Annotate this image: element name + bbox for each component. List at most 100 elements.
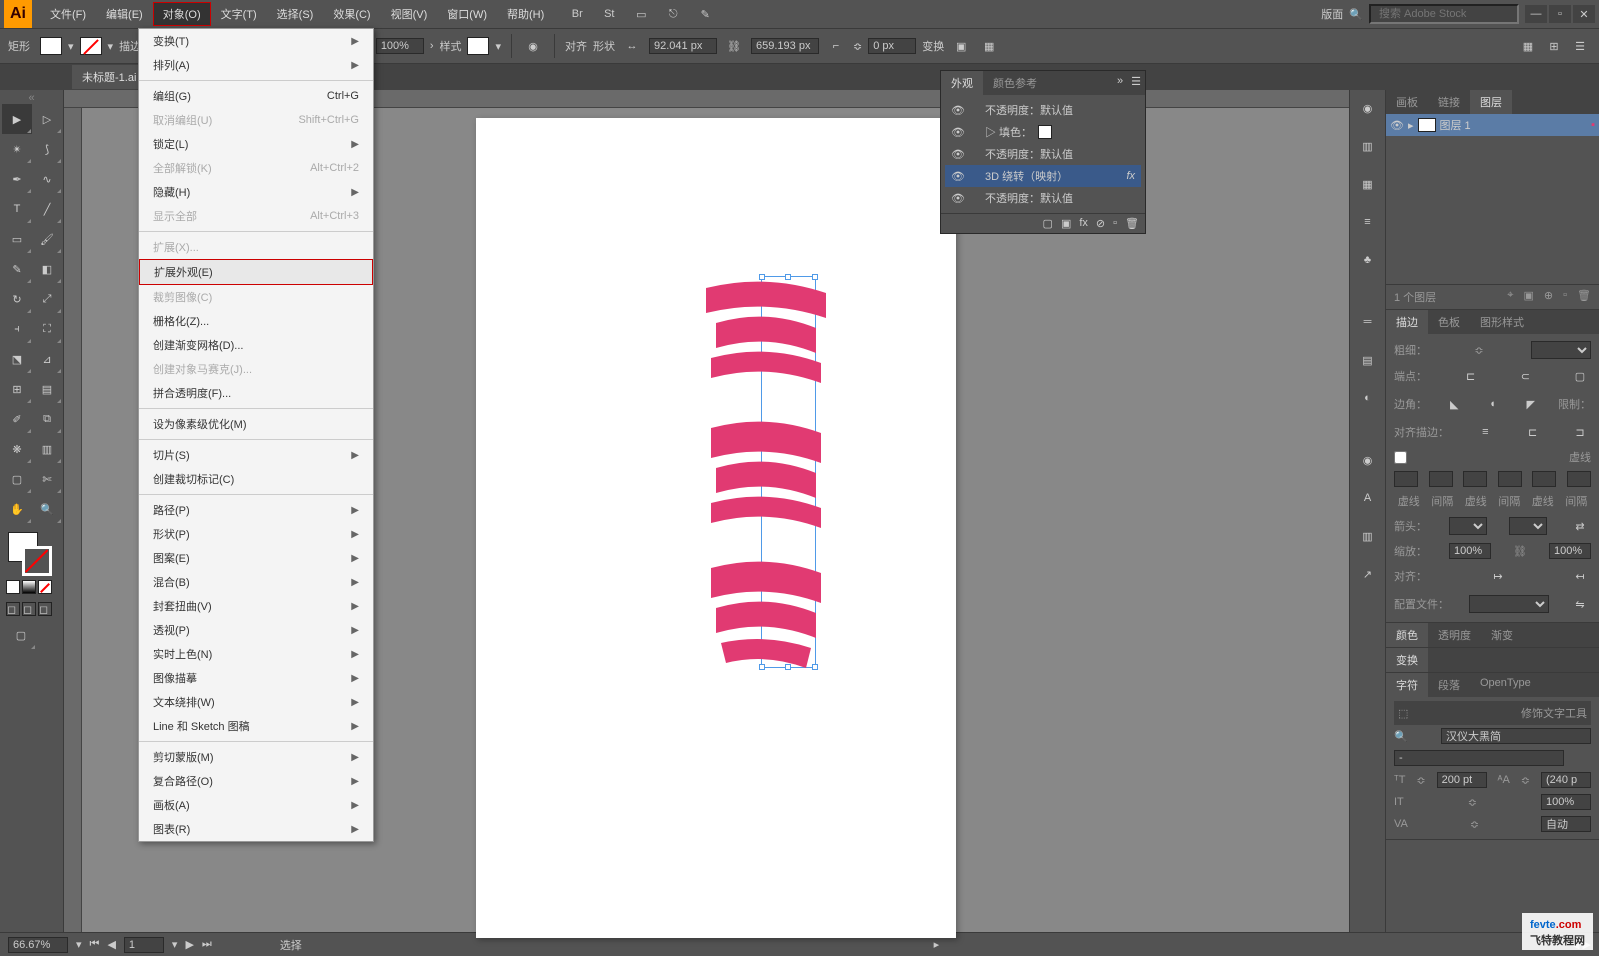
- prefs-icon[interactable]: ☰: [1569, 35, 1591, 57]
- cap-square[interactable]: ▢: [1569, 365, 1591, 387]
- menu-item-[interactable]: 图像描摹▶: [139, 666, 373, 690]
- visibility-icon[interactable]: 👁: [951, 148, 965, 161]
- rotate-tool[interactable]: ↻: [2, 284, 32, 314]
- direct-selection-tool[interactable]: ▷: [32, 104, 62, 134]
- prev-artboard-icon[interactable]: ◀: [107, 938, 115, 951]
- menu-type[interactable]: 文字(T): [211, 2, 267, 26]
- transform-label[interactable]: 变换: [922, 38, 944, 54]
- curvature-tool[interactable]: ∿: [32, 164, 62, 194]
- visibility-icon[interactable]: 👁: [951, 192, 965, 205]
- color-mode[interactable]: [6, 580, 20, 594]
- mesh-tool[interactable]: ⊞: [2, 374, 32, 404]
- profile-select[interactable]: [1469, 595, 1549, 613]
- scale1[interactable]: [1449, 543, 1491, 559]
- line-tool[interactable]: ╱: [32, 194, 62, 224]
- gradient-mode[interactable]: [22, 580, 36, 594]
- eyedropper-tool[interactable]: ✐: [2, 404, 32, 434]
- menu-item-s[interactable]: 切片(S)▶: [139, 443, 373, 467]
- style-label[interactable]: 样式: [439, 38, 461, 54]
- menu-item-a[interactable]: 画板(A)▶: [139, 793, 373, 817]
- menu-item-p[interactable]: 路径(P)▶: [139, 498, 373, 522]
- isolate-icon[interactable]: ▣: [950, 35, 972, 57]
- menu-effect[interactable]: 效果(C): [323, 2, 380, 26]
- draw-inside[interactable]: ◻: [38, 602, 52, 616]
- cap-butt[interactable]: ⊏: [1460, 365, 1482, 387]
- tab-character[interactable]: 字符: [1386, 673, 1428, 697]
- opacity-input[interactable]: [376, 38, 424, 54]
- menu-item-p[interactable]: 形状(P)▶: [139, 522, 373, 546]
- menu-edit[interactable]: 编辑(E): [96, 2, 153, 26]
- tab-links[interactable]: 链接: [1428, 90, 1470, 114]
- grid-icon[interactable]: ▦: [1517, 35, 1539, 57]
- none-mode[interactable]: [38, 580, 52, 594]
- menu-file[interactable]: 文件(F): [40, 2, 96, 26]
- y-input[interactable]: [751, 38, 819, 54]
- window-minimize[interactable]: —: [1525, 5, 1547, 23]
- menu-item-a[interactable]: 排列(A)▶: [139, 53, 373, 77]
- appearance-row[interactable]: 👁不透明度：默认值: [945, 143, 1141, 165]
- align-outside[interactable]: ⊐: [1569, 421, 1591, 443]
- fill-stroke-control[interactable]: [8, 532, 52, 576]
- search-icon[interactable]: 🔍: [1349, 8, 1363, 21]
- new-sublayer-icon[interactable]: ⊕: [1544, 289, 1553, 305]
- color-panel-icon[interactable]: ◉: [1356, 96, 1380, 120]
- layer-row[interactable]: 👁 ▸ 图层 1 ▪: [1386, 114, 1599, 136]
- menu-item-e[interactable]: 图案(E)▶: [139, 546, 373, 570]
- visibility-icon[interactable]: 👁: [1390, 119, 1404, 132]
- shape-builder-tool[interactable]: ⬔: [2, 344, 32, 374]
- feedback-icon[interactable]: ✎: [694, 3, 716, 25]
- vscale-input[interactable]: [1541, 794, 1591, 810]
- join-round[interactable]: ◖: [1482, 393, 1504, 415]
- shape2-label[interactable]: 形状: [593, 38, 615, 54]
- kerning-input[interactable]: [1541, 816, 1591, 832]
- menu-item-z[interactable]: 栅格化(Z)...: [139, 309, 373, 333]
- pen-tool[interactable]: ✒: [2, 164, 32, 194]
- delete-icon[interactable]: 🗑: [1125, 217, 1139, 230]
- align-label[interactable]: 对齐: [565, 38, 587, 54]
- transparency-icon[interactable]: ◐: [1356, 386, 1380, 410]
- join-bevel[interactable]: ◤: [1520, 393, 1542, 415]
- menu-item-l[interactable]: 锁定(L)▶: [139, 132, 373, 156]
- tab-stroke[interactable]: 描边: [1386, 310, 1428, 334]
- panel-menu-icon[interactable]: ☰: [1127, 71, 1145, 95]
- appearance-row[interactable]: 👁▷ 填色：: [945, 121, 1141, 143]
- gap3[interactable]: [1567, 471, 1591, 487]
- arrow-start[interactable]: [1449, 517, 1487, 535]
- dashed-checkbox[interactable]: [1394, 451, 1407, 464]
- join-miter[interactable]: ◣: [1443, 393, 1465, 415]
- graphic-styles-icon[interactable]: A: [1356, 486, 1380, 510]
- arrow-end[interactable]: [1509, 517, 1547, 535]
- dash1[interactable]: [1394, 471, 1418, 487]
- screen-mode[interactable]: ▢: [6, 620, 36, 650]
- menu-item-o[interactable]: 复合路径(O)▶: [139, 769, 373, 793]
- next-artboard-icon[interactable]: ▶: [185, 938, 193, 951]
- snap-icon[interactable]: ⊞: [1543, 35, 1565, 57]
- tab-color-guide[interactable]: 颜色参考: [983, 71, 1047, 95]
- arrange-icon[interactable]: ▭: [630, 3, 652, 25]
- gap2[interactable]: [1498, 471, 1522, 487]
- selection-tool[interactable]: ▶: [2, 104, 32, 134]
- layers-icon[interactable]: ▥: [1356, 524, 1380, 548]
- arrow-align2[interactable]: ↤: [1569, 565, 1591, 587]
- width-tool[interactable]: ⫞: [2, 314, 32, 344]
- menu-item-d[interactable]: 创建渐变网格(D)...: [139, 333, 373, 357]
- perspective-tool[interactable]: ⊿: [32, 344, 62, 374]
- menu-item-g[interactable]: 编组(G)Ctrl+G: [139, 84, 373, 108]
- visibility-icon[interactable]: 👁: [951, 170, 965, 183]
- zoom-tool[interactable]: 🔍: [32, 494, 62, 524]
- cap-round[interactable]: ⊂: [1514, 365, 1536, 387]
- gpu-icon[interactable]: ⎋: [662, 3, 684, 25]
- menu-item-f[interactable]: 拼合透明度(F)...: [139, 381, 373, 405]
- visibility-icon[interactable]: 👁: [951, 126, 965, 139]
- appearance-row[interactable]: 👁3D 绕转（映射）fx: [945, 165, 1141, 187]
- menu-item-v[interactable]: 封套扭曲(V)▶: [139, 594, 373, 618]
- first-artboard-icon[interactable]: ⏮: [90, 938, 100, 951]
- menu-item-c[interactable]: 创建裁切标记(C): [139, 467, 373, 491]
- menu-item-w[interactable]: 文本绕排(W)▶: [139, 690, 373, 714]
- align-center[interactable]: ≡: [1474, 421, 1496, 443]
- blend-tool[interactable]: ⧉: [32, 404, 62, 434]
- fill-swatch[interactable]: [40, 37, 62, 55]
- tab-transparency[interactable]: 透明度: [1428, 623, 1481, 647]
- menu-item-p[interactable]: 透视(P)▶: [139, 618, 373, 642]
- new-layer-icon[interactable]: ▫: [1563, 289, 1567, 305]
